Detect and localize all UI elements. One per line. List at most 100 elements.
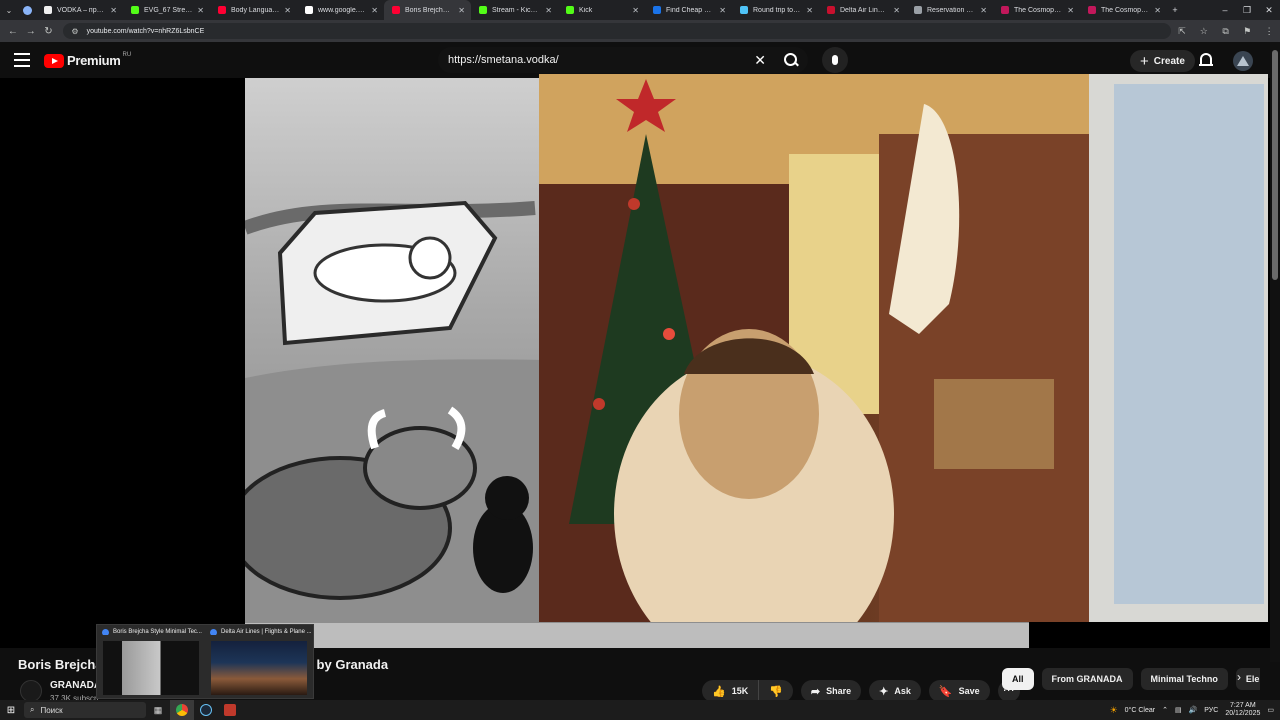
tab-close-icon[interactable]: ✕ [980, 6, 987, 15]
search-icon[interactable] [784, 53, 798, 67]
chrome-menu-icon[interactable]: ⋮ [1258, 26, 1280, 37]
channel-name[interactable]: GRANADA [50, 680, 101, 691]
tab-favicon-icon [1001, 6, 1009, 14]
mic-icon [832, 55, 838, 65]
browser-tab[interactable]: EVG_67 Stream - V ✕ [123, 0, 210, 20]
dislike-button[interactable]: 👎 [758, 680, 793, 702]
browser-tab[interactable]: Round trip to Las V ✕ [732, 0, 819, 20]
tab-close-icon[interactable]: ✕ [545, 6, 552, 15]
chip-minimal-techno[interactable]: Minimal Techno [1140, 668, 1228, 690]
tab-close-icon[interactable]: ✕ [1067, 6, 1074, 15]
task-view-icon[interactable]: ▦ [146, 700, 170, 720]
chip-all[interactable]: All [1002, 668, 1034, 690]
tab-favicon-icon [827, 6, 835, 14]
back-icon[interactable]: ← [4, 26, 22, 37]
steam-taskbar-icon[interactable] [194, 700, 218, 720]
browser-tab[interactable]: VODKA – преимущ ✕ [36, 0, 123, 20]
tab-title: Boris Brejcha Style [405, 6, 454, 14]
browser-tab[interactable]: The Cosmopolitan ✕ [993, 0, 1080, 20]
ask-button[interactable]: ✦ Ask [869, 680, 921, 702]
forward-icon[interactable]: → [22, 26, 40, 37]
notifications-bell-icon[interactable] [1199, 53, 1213, 68]
youtube-premium-logo[interactable]: Premium RU [44, 52, 131, 68]
tab-close-icon[interactable]: ✕ [1154, 6, 1161, 15]
tab-search-icon[interactable]: ⌄ [0, 0, 18, 20]
tab-title: EVG_67 Stream - V [144, 6, 192, 14]
browser-tab[interactable]: Find Cheap Flights ✕ [645, 0, 732, 20]
browser-tab[interactable]: Boris Brejcha Style ✕ [384, 0, 471, 20]
chip-from-channel[interactable]: From GRANADA [1041, 668, 1133, 690]
new-tab-button[interactable]: + [1164, 5, 1186, 15]
window-preview[interactable]: Delta Air Lines | Flights & Plane ... [205, 625, 311, 699]
page-scrollbar[interactable] [1270, 42, 1280, 662]
window-preview[interactable]: Boris Brejcha Style Minimal Tec... [97, 625, 203, 699]
profile-icon[interactable]: ⚑ [1236, 26, 1258, 37]
network-icon[interactable]: ▤ [1175, 706, 1182, 714]
bookmark-star-icon[interactable]: ☆ [1193, 26, 1215, 37]
omnibox[interactable]: ⚙ youtube.com/watch?v=nhRZ6LsbnCE [63, 23, 1172, 39]
tab-favicon-icon [653, 6, 661, 14]
browser-tab[interactable]: Kick ✕ [558, 0, 645, 20]
video-actions: 👍 15K 👎 ➦ Share ✦ Ask 🔖 Save ⋯ [702, 680, 1020, 702]
open-in-app-icon[interactable]: ⇱ [1171, 26, 1193, 37]
search-icon: ⌕ [30, 705, 35, 714]
browser-tab[interactable]: The Cosmopolitan ✕ [1080, 0, 1164, 20]
tray-chevron-icon[interactable]: ⌃ [1162, 706, 1168, 714]
tab-close-icon[interactable]: ✕ [458, 6, 465, 15]
video-title-end: d by Granada [305, 657, 389, 672]
tab-close-icon[interactable]: ✕ [197, 6, 204, 15]
browser-tab[interactable]: Body Language ✕ [210, 0, 297, 20]
chevron-right-icon[interactable]: › [1230, 670, 1248, 688]
language-indicator[interactable]: РУС [1204, 707, 1218, 714]
webcam-scene [539, 74, 1268, 622]
channel-avatar[interactable] [20, 680, 42, 702]
app-taskbar-icon[interactable] [218, 700, 242, 720]
volume-icon[interactable]: 🔊 [1189, 706, 1198, 714]
window-preview-image [103, 641, 199, 695]
logo-text: Premium [67, 53, 121, 68]
tab-close-icon[interactable]: ✕ [632, 6, 639, 15]
tab-list: VODKA – преимущ✕EVG_67 Stream - V✕Body L… [36, 0, 1164, 20]
restore-button[interactable]: ❐ [1236, 5, 1258, 16]
reload-icon[interactable]: ↻ [40, 26, 58, 37]
weather-text[interactable]: 0°C Clear [1125, 707, 1155, 714]
browser-tab[interactable]: www.google.com ✕ [297, 0, 384, 20]
like-button[interactable]: 👍 15K [702, 680, 758, 702]
share-button[interactable]: ➦ Share [800, 680, 862, 702]
clear-search-icon[interactable]: ✕ [754, 52, 766, 69]
create-button[interactable]: + Create [1130, 50, 1195, 72]
tab-title: Stream - Kick Dash [492, 6, 540, 14]
account-avatar[interactable] [1233, 51, 1253, 71]
extensions-icon[interactable]: ⧉ [1215, 26, 1237, 37]
tab-title: Find Cheap Flights [666, 6, 714, 14]
chrome-taskbar-icon[interactable] [170, 700, 194, 720]
close-window-button[interactable]: ✕ [1258, 5, 1280, 16]
browser-tab[interactable]: Reservation Confir ✕ [906, 0, 993, 20]
address-bar: ← → ↻ ⚙ youtube.com/watch?v=nhRZ6LsbnCE … [0, 20, 1280, 42]
notification-center-icon[interactable]: ▭ [1267, 706, 1274, 714]
site-info-icon[interactable]: ⚙ [71, 27, 78, 36]
tab-close-icon[interactable]: ✕ [371, 6, 378, 15]
windows-start-icon[interactable]: ⊞ [0, 705, 22, 716]
taskbar-search-input[interactable]: ⌕ Поиск [24, 702, 146, 718]
hamburger-menu-icon[interactable] [14, 53, 30, 67]
voice-search-button[interactable] [822, 47, 848, 73]
tab-close-icon[interactable]: ✕ [284, 6, 291, 15]
browser-tab[interactable]: Delta Air Lines | Fl ✕ [819, 0, 906, 20]
tab-close-icon[interactable]: ✕ [806, 6, 813, 15]
save-button[interactable]: 🔖 Save [928, 680, 990, 702]
minimize-button[interactable]: – [1214, 5, 1236, 15]
browser-tab[interactable]: Stream - Kick Dash ✕ [471, 0, 558, 20]
tab-title: Kick [579, 6, 593, 14]
scrollbar-thumb[interactable] [1272, 50, 1278, 280]
search-input[interactable]: https://smetana.vodka/ ✕ [438, 47, 808, 73]
tab-close-icon[interactable]: ✕ [110, 6, 117, 15]
tab-close-icon[interactable]: ✕ [893, 6, 900, 15]
tab-favicon-icon [914, 6, 922, 14]
tab-close-icon[interactable]: ✕ [719, 6, 726, 15]
share-label: Share [826, 686, 852, 696]
weather-icon: ☀ [1109, 704, 1118, 715]
window-preview-title: Boris Brejcha Style Minimal Tec... [97, 625, 203, 635]
clock[interactable]: 7:27 AM 20/12/2025 [1225, 702, 1260, 718]
thumb-up-icon: 👍 [712, 685, 726, 698]
